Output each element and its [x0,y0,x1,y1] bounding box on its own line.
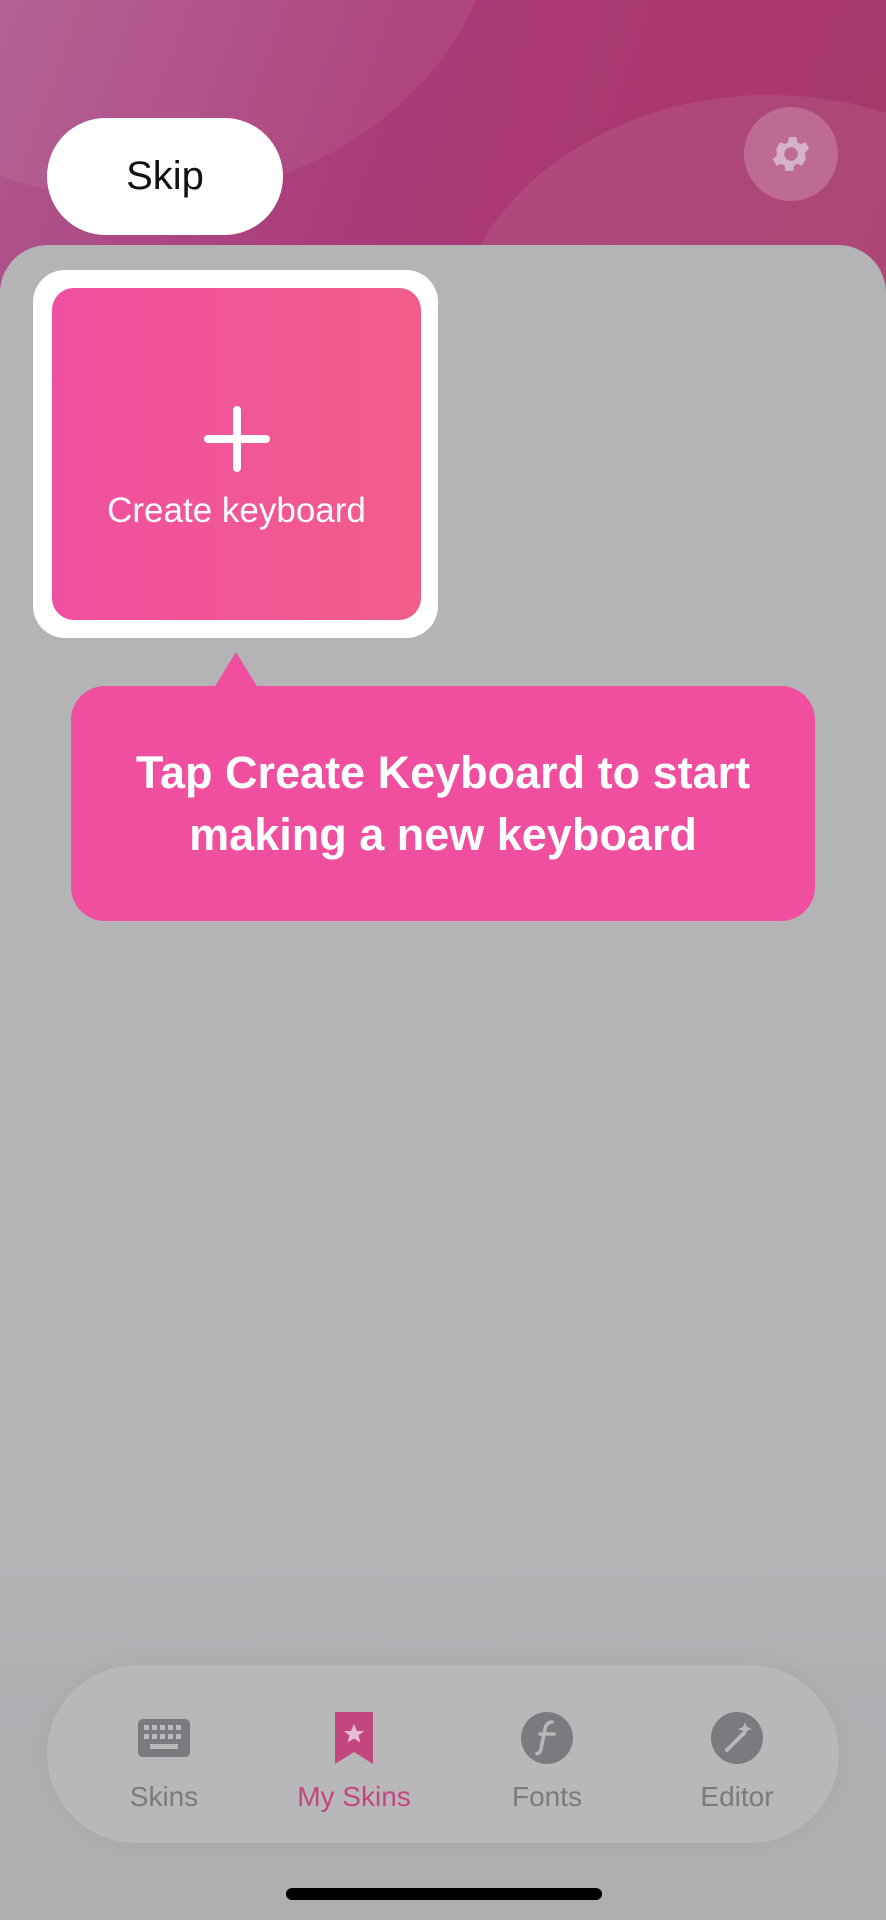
tab-fonts[interactable]: Fonts [457,1665,637,1843]
tab-fonts-label: Fonts [511,1781,583,1812]
magic-wand-icon [711,1712,763,1764]
font-icon [521,1712,573,1764]
tooltip-pointer [214,652,258,688]
tab-skins[interactable]: Skins [74,1665,254,1843]
settings-button[interactable] [744,107,838,201]
create-keyboard-label: Create keyboard [107,491,366,530]
tab-editor-label: Editor [700,1781,774,1812]
keyboard-icon [138,1719,190,1757]
home-indicator [286,1888,602,1900]
create-keyboard-button[interactable]: Create keyboard [52,288,421,620]
tab-my-skins[interactable]: My Skins [264,1665,444,1843]
plus-icon [203,406,270,472]
gear-icon [772,137,810,171]
skip-button[interactable]: Skip [47,118,283,235]
bottom-navigation: Skins My Skins Fonts Editor [47,1665,839,1843]
tooltip-text: Tap Create Keyboard to start making a ne… [135,746,751,860]
bookmark-star-icon [335,1712,373,1764]
tab-editor[interactable]: Editor [647,1665,827,1843]
tab-skins-label: Skins [129,1781,199,1812]
tab-my-skins-label: My Skins [297,1781,411,1812]
onboarding-tooltip: Tap Create Keyboard to start making a ne… [71,686,815,921]
